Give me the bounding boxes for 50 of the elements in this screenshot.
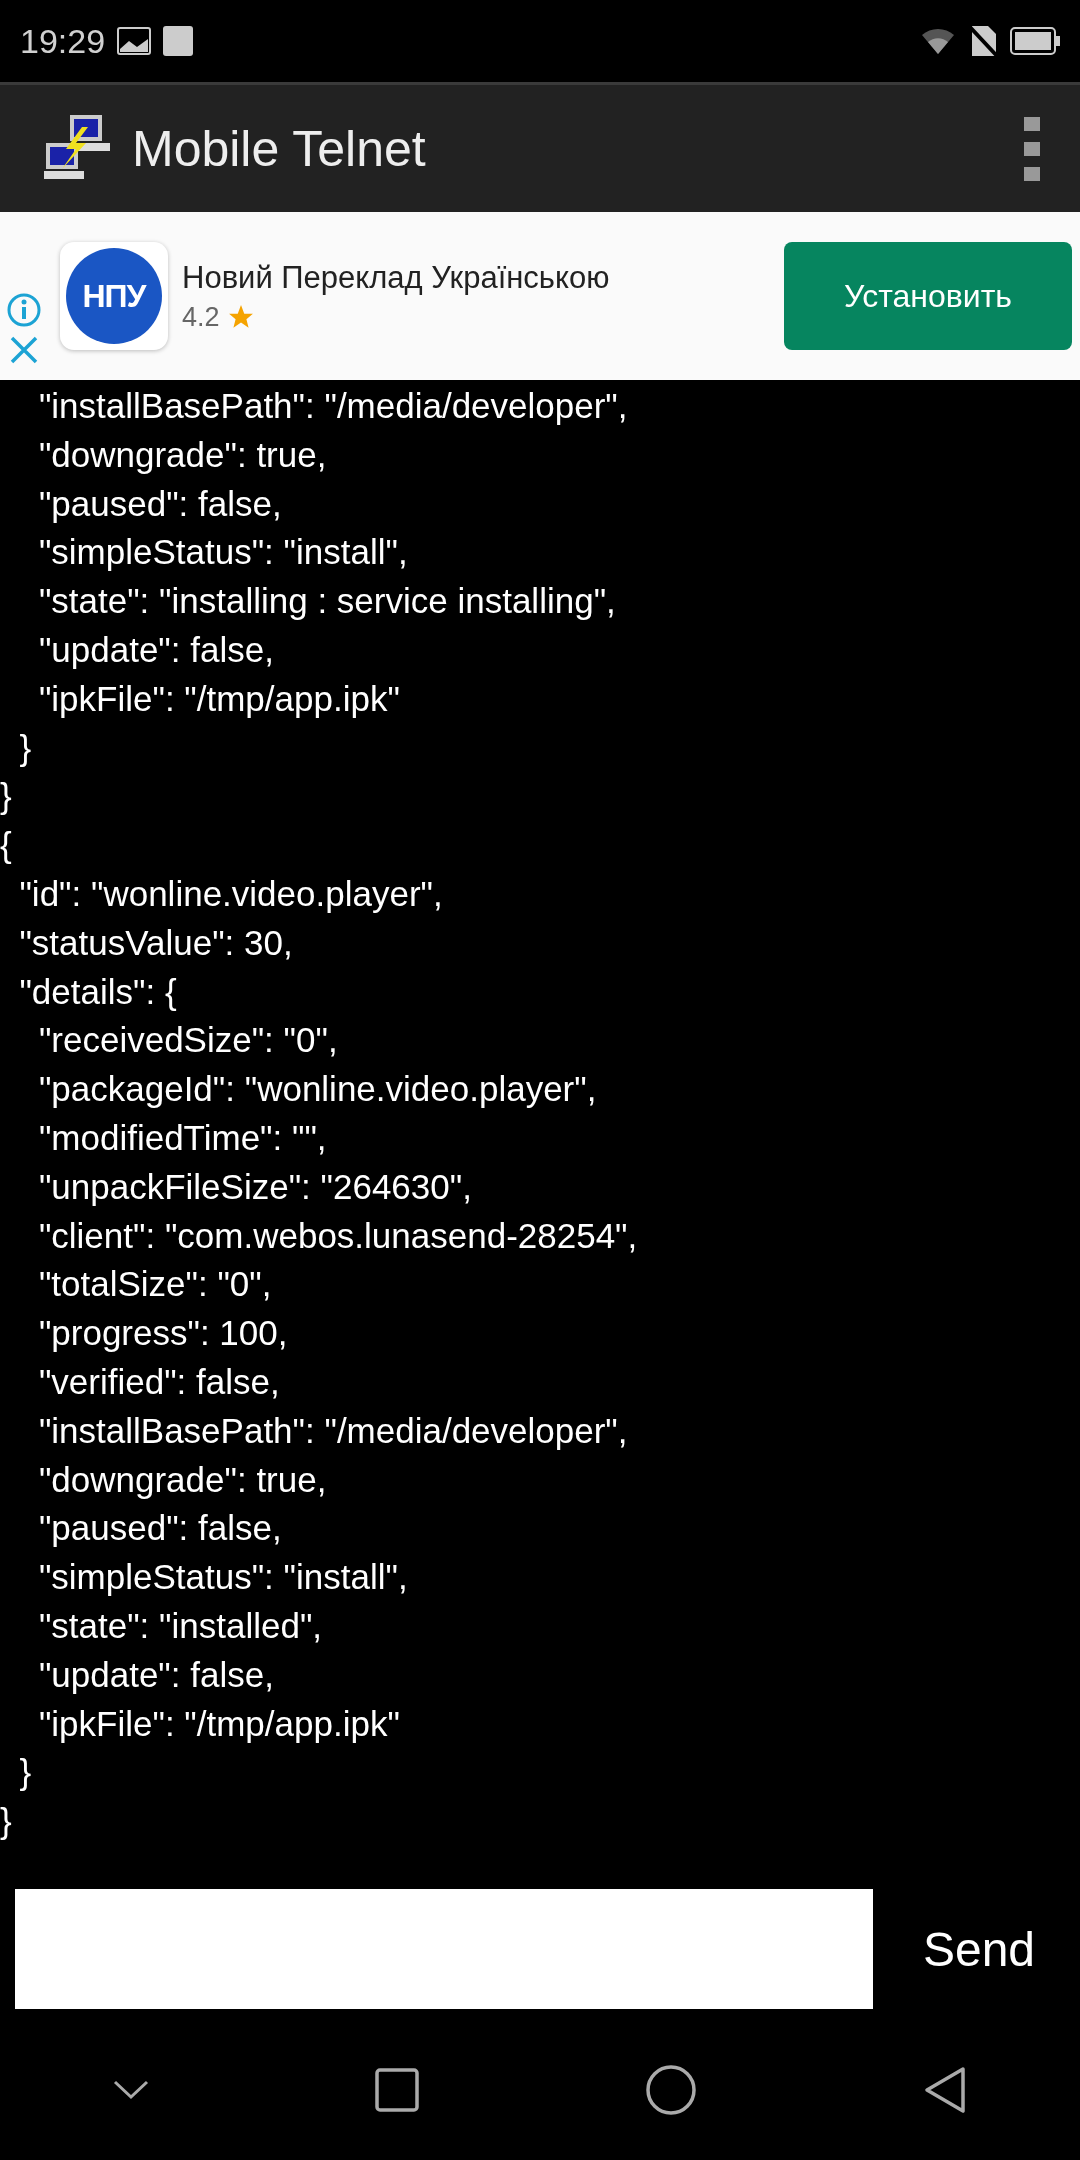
terminal-line: } [0, 1800, 13, 1843]
terminal-line: "installBasePath": "/media/developer", [37, 1409, 629, 1452]
square-icon [163, 26, 194, 56]
terminal-line: "receivedSize": "0", [37, 1019, 339, 1062]
info-icon[interactable] [6, 292, 42, 328]
battery-icon [1010, 27, 1060, 55]
terminal-line: "simpleStatus": "install", [37, 531, 409, 574]
status-time: 19:29 [20, 21, 106, 61]
terminal-line: "state": "installed", [37, 1604, 324, 1647]
rating-value: 4.2 [182, 301, 220, 333]
terminal-line: "state": "installing : service installing", [37, 580, 617, 623]
terminal-line: "paused": false, [37, 1507, 283, 1550]
app-logo: НПУ [66, 248, 162, 344]
terminal-line: "update": false, [37, 629, 275, 671]
terminal-line: "totalSize": "0", [37, 1263, 273, 1306]
terminal-line: "details": { [18, 970, 178, 1013]
install-button[interactable]: Установить [784, 242, 1072, 350]
terminal-line: "ipkFile": "/tmp/app.ipk" [37, 1702, 401, 1745]
terminal-line: "id": "wonline.video.player", [18, 872, 444, 915]
terminal-line: "installBasePath": "/media/developer", [37, 385, 629, 427]
terminal-line: "simpleStatus": "install", [37, 1556, 409, 1599]
recents-icon[interactable] [375, 2068, 419, 2112]
terminal-line: } [18, 726, 33, 769]
back-icon[interactable] [923, 2066, 967, 2114]
terminal-line: "downgrade": true, [37, 1458, 328, 1501]
terminal-line: "paused": false, [37, 482, 283, 525]
terminal-line: "modifiedTime": "", [37, 1116, 328, 1159]
wifi-icon [920, 26, 956, 56]
terminal-line: "packageId": "wonline.video.player", [37, 1068, 598, 1111]
terminal-line: { [0, 824, 13, 867]
more-options-icon[interactable] [1024, 116, 1040, 181]
terminal-line: "update": false, [37, 1653, 275, 1696]
terminal-line: } [0, 775, 13, 818]
chevron-down-icon[interactable] [113, 2080, 149, 2100]
terminal-line: } [18, 1751, 33, 1794]
home-icon[interactable] [645, 2064, 697, 2116]
terminal-line: "unpackFileSize": "264630", [37, 1165, 473, 1208]
command-input-field[interactable] [15, 1889, 873, 2009]
star-icon [227, 304, 254, 330]
terminal-line: "progress": 100, [37, 1312, 289, 1355]
terminal-line: "downgrade": true, [37, 433, 328, 476]
app-title: Mobile Telnet [132, 119, 426, 178]
image-icon [117, 27, 152, 55]
ad-app-name: Новий Переклад Українською [182, 259, 611, 296]
close-icon[interactable] [10, 336, 38, 364]
send-button[interactable]: Send [893, 1920, 1065, 1978]
terminal-line: "client": "com.webos.lunasend-28254", [37, 1214, 639, 1257]
terminal-line: "statusValue": 30, [18, 921, 294, 964]
terminal-line: "verified": false, [37, 1360, 281, 1403]
terminal-line: "ipkFile": "/tmp/app.ipk" [37, 677, 401, 720]
